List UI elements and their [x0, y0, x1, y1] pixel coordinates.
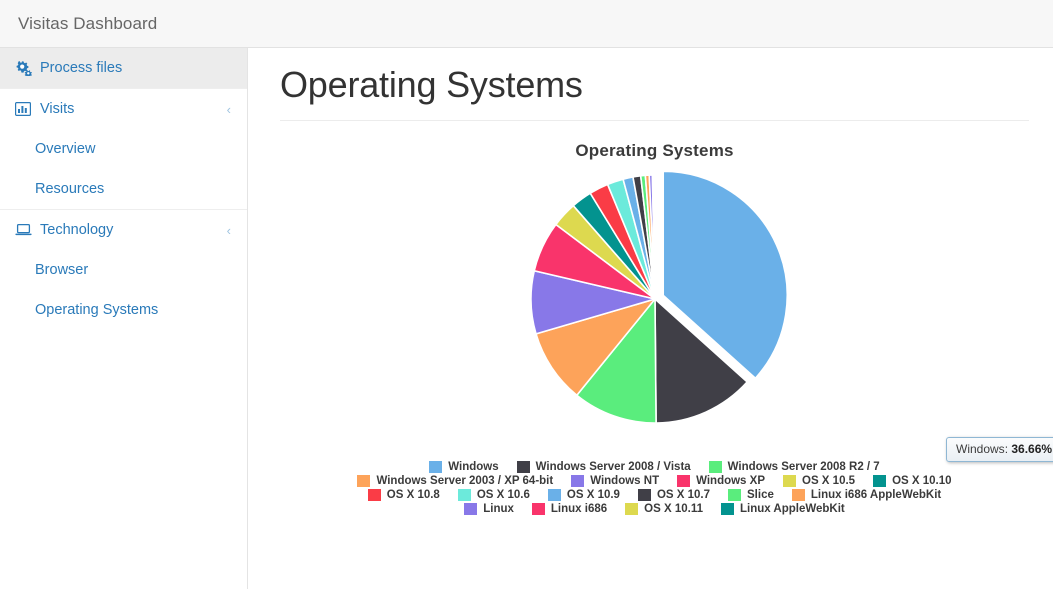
legend-label: Windows Server 2008 / Vista — [535, 461, 691, 473]
chart-legend: Windows Windows Server 2008 / Vista Window… — [280, 460, 1029, 516]
pie-chart[interactable] — [280, 169, 1029, 449]
legend-label: Windows — [448, 461, 499, 473]
sidebar-subitem-operating-systems[interactable]: Operating Systems — [0, 290, 247, 330]
legend-item[interactable]: Windows Server 2003 / XP 64-bit — [357, 475, 553, 487]
legend-item[interactable]: Windows — [429, 461, 499, 473]
legend-item[interactable]: Linux AppleWebKit — [720, 503, 845, 515]
legend-swatch-icon — [429, 461, 443, 473]
legend-label: OS X 10.9 — [566, 489, 620, 501]
legend-row: Windows Server 2003 / XP 64-bit Windows N… — [348, 474, 960, 488]
legend-row: OS X 10.8 OS X 10.6 OS X 10.9 OS X 10.7 Slic… — [359, 488, 950, 502]
legend-item[interactable]: Linux i686 AppleWebKit — [791, 489, 942, 501]
laptop-icon — [14, 222, 32, 238]
tooltip-label: Windows — [956, 442, 1005, 456]
sidebar-group: Visits ‹ Overview Resources — [0, 89, 247, 210]
gears-icon — [14, 60, 32, 76]
legend-swatch-icon — [637, 489, 651, 501]
legend-swatch-icon — [531, 503, 545, 515]
dashboard-page: Visitas Dashboard Process files Visits ‹ Ov… — [0, 0, 1053, 589]
sidebar-subitem-overview[interactable]: Overview — [0, 129, 247, 169]
legend-item[interactable]: OS X 10.8 — [367, 489, 440, 501]
sidebar-subitem-label: Resources — [35, 181, 105, 197]
page-body: Process files Visits ‹ Overview Resources Tec… — [0, 48, 1053, 589]
legend-swatch-icon — [367, 489, 381, 501]
sidebar-item-process-files[interactable]: Process files — [0, 48, 247, 88]
legend-item[interactable]: Windows Server 2008 R2 / 7 — [708, 461, 880, 473]
top-bar: Visitas Dashboard — [0, 0, 1053, 48]
legend-label: Windows NT — [590, 475, 660, 487]
sidebar-subitem-browser[interactable]: Browser — [0, 250, 247, 290]
sidebar-item-visits[interactable]: Visits ‹ — [0, 89, 247, 129]
chevron-left-icon[interactable]: ‹ — [227, 224, 233, 237]
legend-label: Windows XP — [696, 475, 765, 487]
sidebar-item-label: Technology — [40, 221, 114, 238]
legend-swatch-icon — [457, 489, 471, 501]
legend-label: Windows Server 2003 / XP 64-bit — [376, 475, 554, 487]
legend-swatch-icon — [783, 475, 796, 487]
legend-swatch-icon — [464, 503, 478, 515]
app-title: Visitas Dashboard — [18, 13, 158, 33]
legend-swatch-icon — [571, 475, 585, 487]
chart-plot-area: Windows: 36.66% — [280, 161, 1053, 462]
legend-swatch-icon — [677, 475, 691, 487]
sidebar-group: Technology ‹ Browser Operating Systems — [0, 210, 247, 330]
chevron-left-icon[interactable]: ‹ — [227, 103, 233, 116]
legend-swatch-icon — [708, 461, 722, 473]
page-title: Operating Systems — [280, 48, 1029, 121]
legend-item[interactable]: OS X 10.9 — [547, 489, 620, 501]
sidebar-subitem-label: Browser — [35, 262, 89, 278]
legend-label: OS X 10.11 — [644, 503, 703, 515]
legend-label: OS X 10.8 — [386, 489, 440, 501]
sidebar-group: Process files — [0, 48, 247, 89]
sidebar-subitem-resources[interactable]: Resources — [0, 169, 247, 209]
legend-item[interactable]: OS X 10.7 — [637, 489, 711, 501]
legend-swatch-icon — [516, 461, 530, 473]
sidebar-item-label: Process files — [40, 59, 123, 76]
legend-swatch-icon — [357, 475, 371, 487]
legend-label: Linux AppleWebKit — [739, 503, 845, 515]
legend-item[interactable]: Windows XP — [677, 475, 765, 487]
legend-item[interactable]: Windows Server 2008 / Vista — [516, 461, 691, 473]
legend-label: Slice — [747, 489, 774, 501]
chart-title: Operating Systems — [575, 141, 734, 160]
legend-item[interactable]: Linux i686 — [531, 503, 608, 515]
legend-item[interactable]: OS X 10.6 — [457, 489, 530, 501]
legend-label: OS X 10.6 — [476, 489, 530, 501]
tooltip-value: 36.66% — [1011, 442, 1053, 456]
legend-swatch-icon — [625, 503, 639, 515]
legend-label: Linux — [483, 503, 514, 515]
sidebar: Process files Visits ‹ Overview Resources Tec… — [0, 48, 248, 589]
legend-swatch-icon — [728, 489, 742, 501]
legend-swatch-icon — [873, 475, 887, 487]
legend-label: OS X 10.7 — [656, 489, 711, 501]
legend-label: Windows Server 2008 R2 / 7 — [727, 461, 880, 473]
sidebar-subitem-label: Operating Systems — [35, 302, 159, 318]
legend-item[interactable]: OS X 10.11 — [625, 503, 703, 515]
legend-item[interactable]: OS X 10.10 — [873, 475, 952, 487]
chart-tooltip: Windows: 36.66% — [946, 437, 1053, 462]
bar-chart-icon — [14, 101, 32, 117]
legend-label: OS X 10.10 — [892, 475, 952, 487]
sidebar-item-label: Visits — [40, 100, 75, 117]
legend-swatch-icon — [547, 489, 561, 501]
main-content: Operating Systems Operating Systems Wind… — [248, 48, 1053, 589]
legend-item[interactable]: Linux — [464, 503, 514, 515]
legend-item[interactable]: Slice — [728, 489, 774, 501]
sidebar-item-technology[interactable]: Technology ‹ — [0, 210, 247, 250]
sidebar-subitem-label: Overview — [35, 141, 96, 157]
legend-label: Linux i686 AppleWebKit — [810, 489, 942, 501]
pie-chart-svg[interactable] — [505, 169, 805, 449]
legend-item[interactable]: Windows NT — [571, 475, 659, 487]
legend-row: Windows Windows Server 2008 / Vista Window… — [420, 460, 888, 474]
legend-swatch-icon — [791, 489, 805, 501]
legend-item[interactable]: OS X 10.5 — [783, 475, 855, 487]
legend-label: Linux i686 — [550, 503, 608, 515]
legend-swatch-icon — [720, 503, 734, 515]
operating-systems-chart-card: Operating Systems Windows: 36.66% Window… — [280, 121, 1053, 516]
legend-label: OS X 10.5 — [802, 475, 856, 487]
legend-row: Linux Linux i686 OS X 10.11 Linux AppleWebK… — [455, 502, 854, 516]
